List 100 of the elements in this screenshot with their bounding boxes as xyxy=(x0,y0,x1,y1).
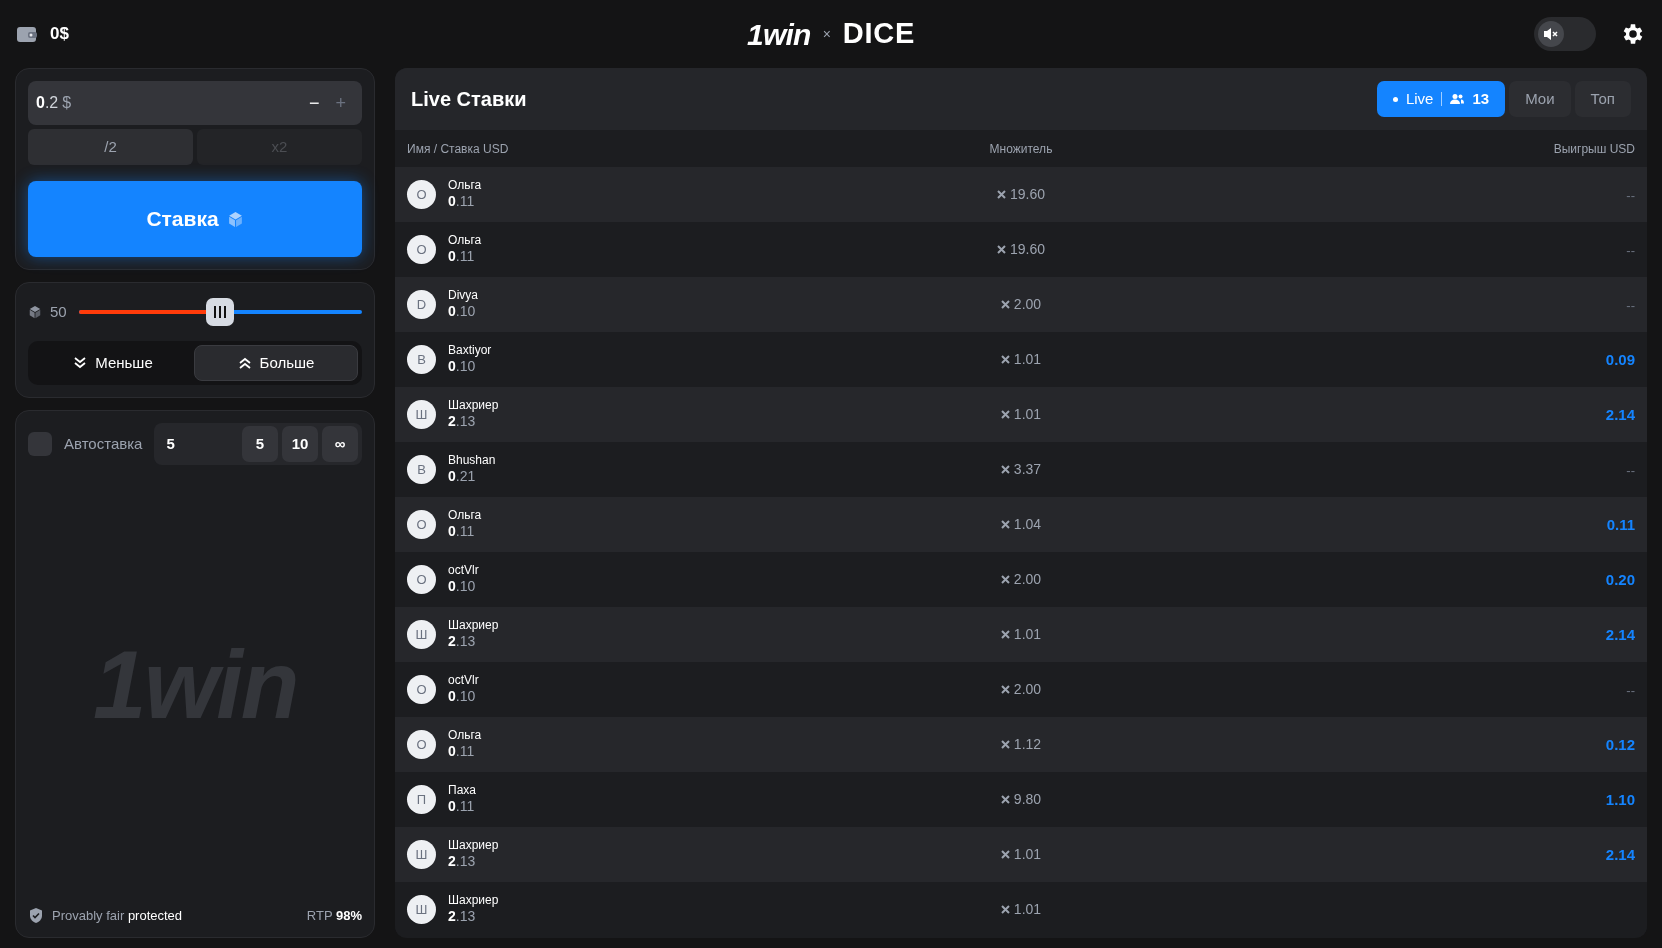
tab[interactable]: Live 13 xyxy=(1376,81,1506,117)
player-name: Ольга xyxy=(448,233,482,249)
multiplier: 19.60 xyxy=(1009,185,1045,204)
win-amount: 2.14 xyxy=(1605,625,1635,643)
player-name: Ольга xyxy=(448,508,482,524)
tab[interactable]: Мои xyxy=(1509,81,1571,117)
column-header: Выигрыш USD xyxy=(1552,140,1635,158)
multiplier: 19.60 xyxy=(1009,240,1045,259)
direction-option[interactable]: Больше xyxy=(194,345,358,381)
cube-icon xyxy=(226,210,244,228)
win-amount: -- xyxy=(1626,242,1635,258)
win-amount: -- xyxy=(1626,297,1635,313)
multiply-icon xyxy=(1000,795,1010,804)
auto-count: 5 xyxy=(166,433,175,454)
direction-option[interactable]: Меньше xyxy=(32,345,194,381)
shield-check-icon xyxy=(28,906,44,924)
users-icon xyxy=(1450,93,1465,105)
stake: 0.10 xyxy=(448,688,477,706)
sound-toggle[interactable] xyxy=(1534,17,1596,51)
avatar: Ш xyxy=(407,840,436,869)
player-name: Паха xyxy=(448,783,476,799)
auto-label: Автоставка xyxy=(64,433,143,454)
avatar: O xyxy=(407,675,436,704)
avatar: О xyxy=(407,180,436,209)
stake: 0.11 xyxy=(448,798,476,816)
stake: 2.13 xyxy=(448,908,477,926)
double-chevron-up-icon xyxy=(237,356,252,370)
player-name: octVlr xyxy=(448,563,479,579)
player-name: Шахриер xyxy=(448,893,499,909)
multiplier: 9.80 xyxy=(1013,790,1042,809)
stake: 0.11 xyxy=(448,193,476,211)
avatar: Ш xyxy=(407,620,436,649)
avatar: B xyxy=(407,345,436,374)
multiply-icon xyxy=(996,190,1006,199)
avatar: П xyxy=(407,785,436,814)
player-name: octVlr xyxy=(448,673,479,689)
preset-button[interactable]: 10 xyxy=(282,426,318,462)
stake: 2.13 xyxy=(448,853,477,871)
player-name: Divya xyxy=(448,288,478,304)
logo: 1win xyxy=(746,16,811,53)
avatar: О xyxy=(407,730,436,759)
multiplier: 3.37 xyxy=(1013,460,1042,479)
multiplier: 2.00 xyxy=(1013,570,1042,589)
win-amount: 0.11 xyxy=(1606,515,1635,533)
bet-amount-field[interactable]: 0.2 $ − + xyxy=(28,81,362,125)
stake: 2.13 xyxy=(448,633,477,651)
auto-checkbox[interactable] xyxy=(28,432,52,456)
minus-button[interactable]: − xyxy=(300,89,328,117)
roll-slider[interactable] xyxy=(78,298,362,326)
multiply-icon xyxy=(1000,465,1010,474)
currency: $ xyxy=(62,93,72,113)
multiply-icon xyxy=(1000,905,1010,914)
multiply-icon xyxy=(1000,740,1010,749)
half-button[interactable]: /2 xyxy=(28,129,193,165)
multiply-icon xyxy=(1000,520,1010,529)
player-name: Bhushan xyxy=(448,453,496,469)
win-amount: 1.10 xyxy=(1605,790,1635,808)
stake: 0.11 xyxy=(448,523,476,541)
avatar: B xyxy=(407,455,436,484)
double-chevron-down-icon xyxy=(73,356,88,370)
multiplier: 1.01 xyxy=(1013,845,1042,864)
avatar: Ш xyxy=(407,895,436,924)
multiply-icon xyxy=(1000,685,1010,694)
multiplier: 1.01 xyxy=(1013,900,1042,919)
multiply-icon xyxy=(1000,630,1010,639)
cube-icon xyxy=(28,305,42,319)
avatar: О xyxy=(407,510,436,539)
multiplier: 1.01 xyxy=(1013,350,1042,369)
column-header: Множитель xyxy=(988,140,1054,158)
slider-thumb[interactable] xyxy=(206,298,235,326)
win-amount: -- xyxy=(1626,682,1635,698)
player-name: Baxtiyor xyxy=(448,343,492,359)
player-name: Шахриер xyxy=(448,398,499,414)
stake: 0.11 xyxy=(448,248,476,266)
player-name: Ольга xyxy=(448,178,482,194)
bet-button[interactable]: Ставка xyxy=(28,181,362,257)
player-name: Шахриер xyxy=(448,618,499,634)
multiplier: 1.12 xyxy=(1013,735,1042,754)
game-title: DICE xyxy=(842,16,916,52)
win-amount: 2.14 xyxy=(1605,405,1635,423)
wallet-icon xyxy=(16,24,38,44)
multiply-icon xyxy=(996,245,1006,254)
win-amount: -- xyxy=(1626,187,1635,203)
preset-button[interactable]: ∞ xyxy=(322,426,358,462)
stake: 0.11 xyxy=(448,743,476,761)
player-name: Ольга xyxy=(448,728,482,744)
avatar: Ш xyxy=(407,400,436,429)
auto-count-field[interactable]: 5 5 10 ∞ xyxy=(154,423,362,465)
multiply-icon xyxy=(1000,575,1010,584)
win-amount: 2.14 xyxy=(1605,845,1635,863)
panel-title: Live Ставки xyxy=(411,87,527,112)
win-amount: 0.09 xyxy=(1605,350,1635,368)
rtp: RTP 98% xyxy=(306,906,362,925)
win-amount: -- xyxy=(1626,462,1635,478)
win-amount: 0.20 xyxy=(1605,570,1635,588)
preset-button[interactable]: 5 xyxy=(242,426,278,462)
win-amount: 0.12 xyxy=(1605,735,1635,753)
multiply-icon xyxy=(1000,850,1010,859)
stake: 0.10 xyxy=(448,303,477,321)
tab[interactable]: Топ xyxy=(1574,81,1631,117)
